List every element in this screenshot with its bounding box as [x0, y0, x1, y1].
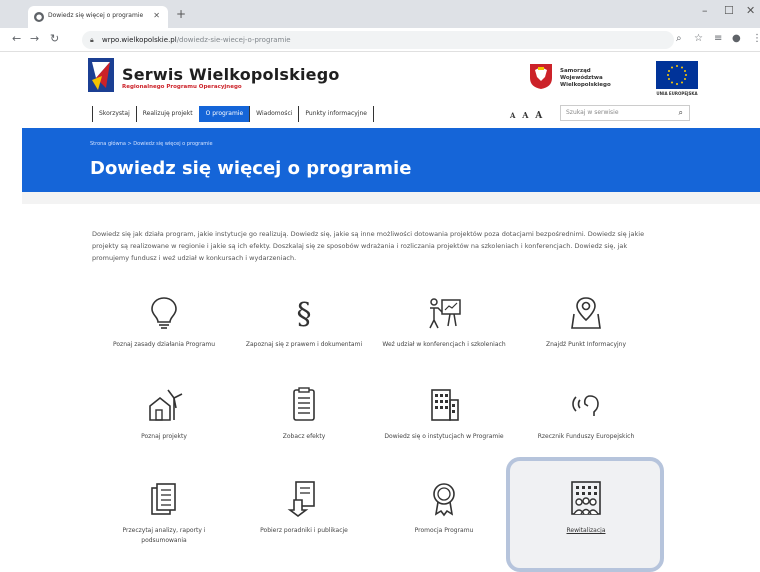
- tile-label: Rewitalizacja: [566, 527, 606, 534]
- tile-punkt[interactable]: Znajdź Punkt Informacyjny: [524, 292, 648, 372]
- site-header: Serwis Wielkopolskiego Regionalnego Prog…: [0, 52, 760, 128]
- reload-icon[interactable]: ↻: [50, 32, 59, 45]
- tile-prawo[interactable]: § Zapoznaj się z prawem i dokumentami: [242, 292, 366, 372]
- page-title: Dowiedz się więcej o programie: [90, 158, 412, 179]
- favicon-icon: ●: [34, 12, 44, 22]
- zoom-icon[interactable]: ⌕: [676, 33, 682, 44]
- main-nav: Skorzystaj Realizuję projekt O programie…: [92, 106, 374, 122]
- menu-icon[interactable]: ⋮: [752, 33, 760, 44]
- presentation-icon: [429, 298, 461, 329]
- lightbulb-icon: [151, 297, 177, 329]
- paragraph-icon: §: [297, 297, 312, 332]
- eu-flag-icon: [656, 61, 698, 89]
- close-icon[interactable]: ✕: [153, 11, 160, 20]
- url-host: wrpo.wielkopolskie.pl: [102, 36, 177, 44]
- location-pin-icon: [571, 297, 601, 329]
- region-label: Samorząd Województwa Wielkopolskiego: [560, 68, 611, 88]
- window-close-icon[interactable]: ✕: [746, 4, 755, 17]
- tile-rewitalizacja[interactable]: Rewitalizacja: [524, 478, 648, 558]
- media-icon[interactable]: ≡: [714, 33, 722, 44]
- content-top-strip: [22, 192, 760, 204]
- nav-item-wiadomosci[interactable]: Wiadomości: [249, 106, 298, 122]
- breadcrumb[interactable]: Strona główna > Dowiedz się więcej o pro…: [90, 141, 213, 147]
- tile-projekty[interactable]: Poznaj projekty: [102, 384, 226, 464]
- search-placeholder: Szukaj w serwisie: [566, 109, 619, 116]
- tile-poradniki[interactable]: Pobierz poradniki i publikacje: [242, 478, 366, 558]
- tile-label: Pobierz poradniki i publikacje: [260, 527, 348, 534]
- tile-zasady[interactable]: Poznaj zasady działania Programu: [102, 292, 226, 372]
- tile-label: Znajdź Punkt Informacyjny: [545, 341, 627, 348]
- font-size-controls: A A A: [510, 110, 542, 121]
- tile-label: Poznaj zasady działania Programu: [112, 341, 216, 348]
- tile-label: Zapoznaj się z prawem i dokumentami: [245, 341, 363, 348]
- address-bar[interactable]: 🔒︎ wrpo.wielkopolskie.pl/dowiedz-sie-wie…: [82, 31, 674, 49]
- download-document-icon: [287, 481, 315, 517]
- font-size-medium-button[interactable]: A: [522, 110, 528, 120]
- tile-label: Rzecznik Funduszy Europejskich: [537, 433, 635, 440]
- people-building-icon: [571, 481, 601, 515]
- nav-item-o-programie[interactable]: O programie: [198, 106, 250, 122]
- checklist-icon: [293, 387, 315, 421]
- browser-tab[interactable]: ● Dowiedz się więcej o programie ✕: [28, 6, 168, 28]
- tile-label: Weź udział w konferencjach i szkoleniach: [382, 341, 506, 348]
- tab-title: Dowiedz się więcej o programie: [48, 12, 144, 19]
- nav-item-punkty-informacyjne[interactable]: Punkty informacyjne: [298, 106, 374, 122]
- browser-tab-bar: ● Dowiedz się więcej o programie ✕ + – ☐…: [0, 0, 760, 28]
- tile-label: Promocja Programu: [414, 527, 474, 534]
- site-title[interactable]: Serwis Wielkopolskiego: [122, 65, 340, 84]
- award-icon: [433, 483, 455, 517]
- tile-label: Zobacz efekty: [282, 433, 326, 440]
- nav-item-skorzystaj[interactable]: Skorzystaj: [92, 106, 136, 122]
- tile-label: Dowiedz się o instytucjach w Programie: [384, 433, 504, 440]
- tile-konferencje[interactable]: Weź udział w konferencjach i szkoleniach: [382, 292, 506, 372]
- house-windmill-icon: [149, 389, 183, 421]
- building-icon: [431, 389, 459, 421]
- lock-icon: 🔒︎: [90, 36, 94, 44]
- tile-efekty[interactable]: Zobacz efekty: [242, 384, 366, 464]
- minimize-icon[interactable]: –: [702, 4, 708, 17]
- svg-text:§: §: [297, 297, 312, 332]
- new-tab-icon[interactable]: +: [176, 7, 186, 21]
- search-input[interactable]: Szukaj w serwisie ⌕: [560, 105, 690, 121]
- region-crest-icon[interactable]: [528, 62, 554, 90]
- page-banner: Strona główna > Dowiedz się więcej o pro…: [22, 128, 760, 192]
- speaker-icon: [572, 395, 599, 416]
- url-path: /dowiedz-sie-wiecej-o-programie: [176, 36, 291, 44]
- bookmark-star-icon[interactable]: ☆: [694, 33, 703, 44]
- tile-label: Poznaj projekty: [141, 433, 187, 440]
- tile-rzecznik[interactable]: Rzecznik Funduszy Europejskich: [524, 384, 648, 464]
- tile-instytucje[interactable]: Dowiedz się o instytucjach w Programie: [382, 384, 506, 464]
- profile-icon[interactable]: ●: [732, 33, 741, 44]
- nav-item-realizuje-projekt[interactable]: Realizuję projekt: [135, 106, 199, 122]
- intro-text: Dowiedz się jak działa program, jakie in…: [92, 230, 645, 262]
- tile-label: Przeczytaj analizy, raporty i podsumowan…: [122, 527, 206, 544]
- maximize-icon[interactable]: ☐: [724, 4, 734, 17]
- tile-promocja[interactable]: Promocja Programu: [382, 478, 506, 558]
- documents-icon: [151, 483, 176, 515]
- font-size-large-button[interactable]: A: [535, 111, 542, 121]
- back-icon[interactable]: ←: [12, 32, 21, 45]
- tile-analizy[interactable]: Przeczytaj analizy, raporty i podsumowan…: [102, 478, 226, 558]
- search-icon[interactable]: ⌕: [679, 106, 683, 120]
- forward-icon[interactable]: →: [30, 32, 39, 45]
- site-subtitle: Regionalnego Programu Operacyjnego: [122, 84, 242, 90]
- browser-toolbar: ← → ↻ 🔒︎ wrpo.wielkopolskie.pl/dowiedz-s…: [0, 28, 760, 52]
- font-size-small-button[interactable]: A: [510, 111, 515, 120]
- eu-label: UNIA EUROPEJSKA: [656, 91, 698, 96]
- fundusze-logo-icon[interactable]: [88, 58, 114, 92]
